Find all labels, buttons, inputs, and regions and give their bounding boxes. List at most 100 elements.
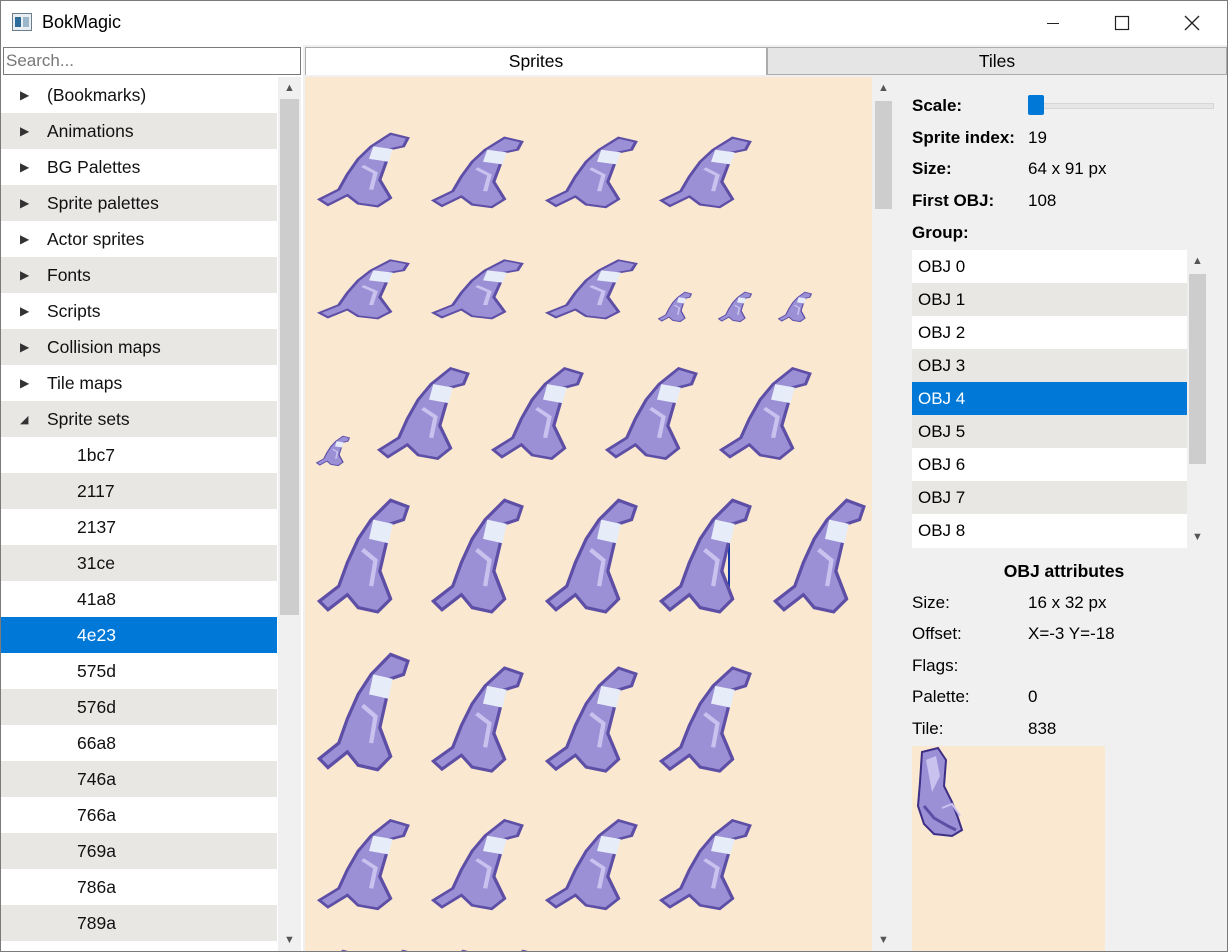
- close-button[interactable]: [1157, 1, 1227, 45]
- search-input[interactable]: [3, 47, 301, 75]
- tab-tiles[interactable]: Tiles: [767, 47, 1227, 75]
- sprite-thumbnail[interactable]: [315, 496, 423, 625]
- tree-item-sprite-set[interactable]: 786a: [1, 869, 277, 905]
- sprite-thumbnail[interactable]: [543, 664, 651, 783]
- maximize-button[interactable]: [1087, 1, 1157, 45]
- sprite-thumbnail[interactable]: [375, 949, 415, 951]
- tree-item-sprite-set[interactable]: 31ce: [1, 545, 277, 581]
- sprite-thumbnail[interactable]: [315, 131, 423, 215]
- tree-item-fonts[interactable]: ▶ Fonts: [1, 257, 277, 293]
- group-scroll-thumb[interactable]: [1189, 274, 1206, 464]
- sprite-thumbnail[interactable]: [489, 365, 597, 469]
- obj-list-item[interactable]: OBJ 5: [912, 415, 1187, 448]
- tree-item-label: 41a8: [77, 588, 116, 609]
- group-list-scrollbar[interactable]: ▲ ▼: [1187, 250, 1208, 548]
- obj-list-item[interactable]: OBJ 7: [912, 481, 1187, 514]
- expand-arrow-down-icon[interactable]: ◢: [1, 413, 47, 426]
- obj-list-item[interactable]: OBJ 3: [912, 349, 1187, 382]
- minimize-button[interactable]: [1018, 1, 1088, 45]
- tree-item-sprite-set[interactable]: 41a8: [1, 581, 277, 617]
- tree-item-bookmarks[interactable]: ▶ (Bookmarks): [1, 77, 277, 113]
- scroll-up-icon[interactable]: ▲: [873, 77, 894, 99]
- tree-item-sprite-set[interactable]: 576d: [1, 689, 277, 725]
- obj-list-item[interactable]: OBJ 2: [912, 316, 1187, 349]
- expand-arrow-right-icon[interactable]: ▶: [1, 124, 47, 138]
- expand-arrow-right-icon[interactable]: ▶: [1, 196, 47, 210]
- tree-item-sprite-set[interactable]: 4e23: [1, 617, 277, 653]
- canvas-scroll-thumb[interactable]: [875, 101, 892, 209]
- tree-item-label: Animations: [47, 120, 134, 141]
- tree-item-scripts[interactable]: ▶ Scripts: [1, 293, 277, 329]
- sprite-thumbnail[interactable]: [315, 435, 355, 469]
- canvas-scrollbar[interactable]: ▲ ▼: [873, 77, 894, 951]
- tree-item-sprite-set[interactable]: 746a: [1, 761, 277, 797]
- tree-item-sprite-set[interactable]: 769a: [1, 833, 277, 869]
- sprite-thumbnail[interactable]: [777, 291, 817, 325]
- expand-arrow-right-icon[interactable]: ▶: [1, 232, 47, 246]
- tree-item-tile-maps[interactable]: ▶ Tile maps: [1, 365, 277, 401]
- expand-arrow-right-icon[interactable]: ▶: [1, 268, 47, 282]
- sprite-thumbnail[interactable]: [435, 949, 475, 951]
- obj-list-item[interactable]: OBJ 0: [912, 250, 1187, 283]
- sprite-thumbnail[interactable]: [657, 291, 697, 325]
- sprite-thumbnail[interactable]: [315, 650, 423, 783]
- expand-arrow-right-icon[interactable]: ▶: [1, 340, 47, 354]
- tree-item-sprite-set[interactable]: 2117: [1, 473, 277, 509]
- tree-item-sprite-set[interactable]: 575d: [1, 653, 277, 689]
- tree-item-sprite-palettes[interactable]: ▶ Sprite palettes: [1, 185, 277, 221]
- sprite-index-value: 19: [1028, 128, 1047, 147]
- sprite-thumbnail[interactable]: [543, 258, 651, 325]
- tree-item-bg-palettes[interactable]: ▶ BG Palettes: [1, 149, 277, 185]
- scale-slider-handle[interactable]: [1028, 95, 1044, 115]
- sprite-thumbnail[interactable]: [429, 664, 537, 783]
- sprite-thumbnail[interactable]: [543, 817, 651, 919]
- tree-scrollbar[interactable]: ▲ ▼: [278, 77, 301, 951]
- tab-sprites[interactable]: Sprites: [305, 47, 767, 75]
- tree-item-sprite-set[interactable]: 66a8: [1, 725, 277, 761]
- sprite-thumbnail[interactable]: [375, 365, 483, 469]
- tree-item-sprite-set[interactable]: 2137: [1, 509, 277, 545]
- sprite-thumbnail[interactable]: [429, 258, 537, 325]
- sprite-thumbnail[interactable]: [657, 496, 765, 625]
- sprite-thumbnail[interactable]: [429, 817, 537, 919]
- tree-scroll-thumb[interactable]: [280, 99, 299, 615]
- tree-item-sprite-set[interactable]: 789a: [1, 905, 277, 941]
- tree-item-sprite-sets[interactable]: ◢ Sprite sets: [1, 401, 277, 437]
- sprite-thumbnail[interactable]: [543, 496, 651, 625]
- tree-item-actor-sprites[interactable]: ▶ Actor sprites: [1, 221, 277, 257]
- tree-item-collision-maps[interactable]: ▶ Collision maps: [1, 329, 277, 365]
- sprite-thumbnail[interactable]: [717, 291, 757, 325]
- sprite-thumbnail[interactable]: [315, 258, 423, 325]
- obj-list-item[interactable]: OBJ 8: [912, 514, 1187, 547]
- tree-item-sprite-set[interactable]: 1bc7: [1, 437, 277, 473]
- sprite-thumbnail[interactable]: [603, 365, 711, 469]
- tree-item-animations[interactable]: ▶ Animations: [1, 113, 277, 149]
- sprite-thumbnail[interactable]: [429, 135, 537, 215]
- scale-slider-track[interactable]: [1028, 103, 1214, 109]
- sprite-thumbnail[interactable]: [315, 949, 355, 951]
- sprite-thumbnail[interactable]: [543, 135, 651, 215]
- sprite-thumbnail[interactable]: [657, 135, 765, 215]
- sprite-canvas[interactable]: [305, 77, 872, 951]
- scroll-down-icon[interactable]: ▼: [873, 929, 894, 951]
- scroll-up-icon[interactable]: ▲: [278, 77, 301, 99]
- tree-item-sprite-set[interactable]: 766a: [1, 797, 277, 833]
- sprite-thumbnail[interactable]: [429, 496, 537, 625]
- sprite-thumbnail[interactable]: [657, 664, 765, 783]
- obj-list-item[interactable]: OBJ 4: [912, 382, 1187, 415]
- scroll-down-icon[interactable]: ▼: [1187, 526, 1208, 548]
- sprite-thumbnail[interactable]: [717, 365, 825, 469]
- sprite-thumbnail[interactable]: [771, 496, 872, 625]
- expand-arrow-right-icon[interactable]: ▶: [1, 376, 47, 390]
- expand-arrow-right-icon[interactable]: ▶: [1, 88, 47, 102]
- expand-arrow-right-icon[interactable]: ▶: [1, 304, 47, 318]
- size-value: 64 x 91 px: [1028, 159, 1107, 178]
- obj-list-item[interactable]: OBJ 1: [912, 283, 1187, 316]
- sprite-thumbnail[interactable]: [315, 817, 423, 919]
- scroll-down-icon[interactable]: ▼: [278, 929, 301, 951]
- obj-list-item[interactable]: OBJ 6: [912, 448, 1187, 481]
- sprite-thumbnail[interactable]: [657, 817, 765, 919]
- sprite-thumbnail[interactable]: [495, 949, 535, 951]
- expand-arrow-right-icon[interactable]: ▶: [1, 160, 47, 174]
- scroll-up-icon[interactable]: ▲: [1187, 250, 1208, 272]
